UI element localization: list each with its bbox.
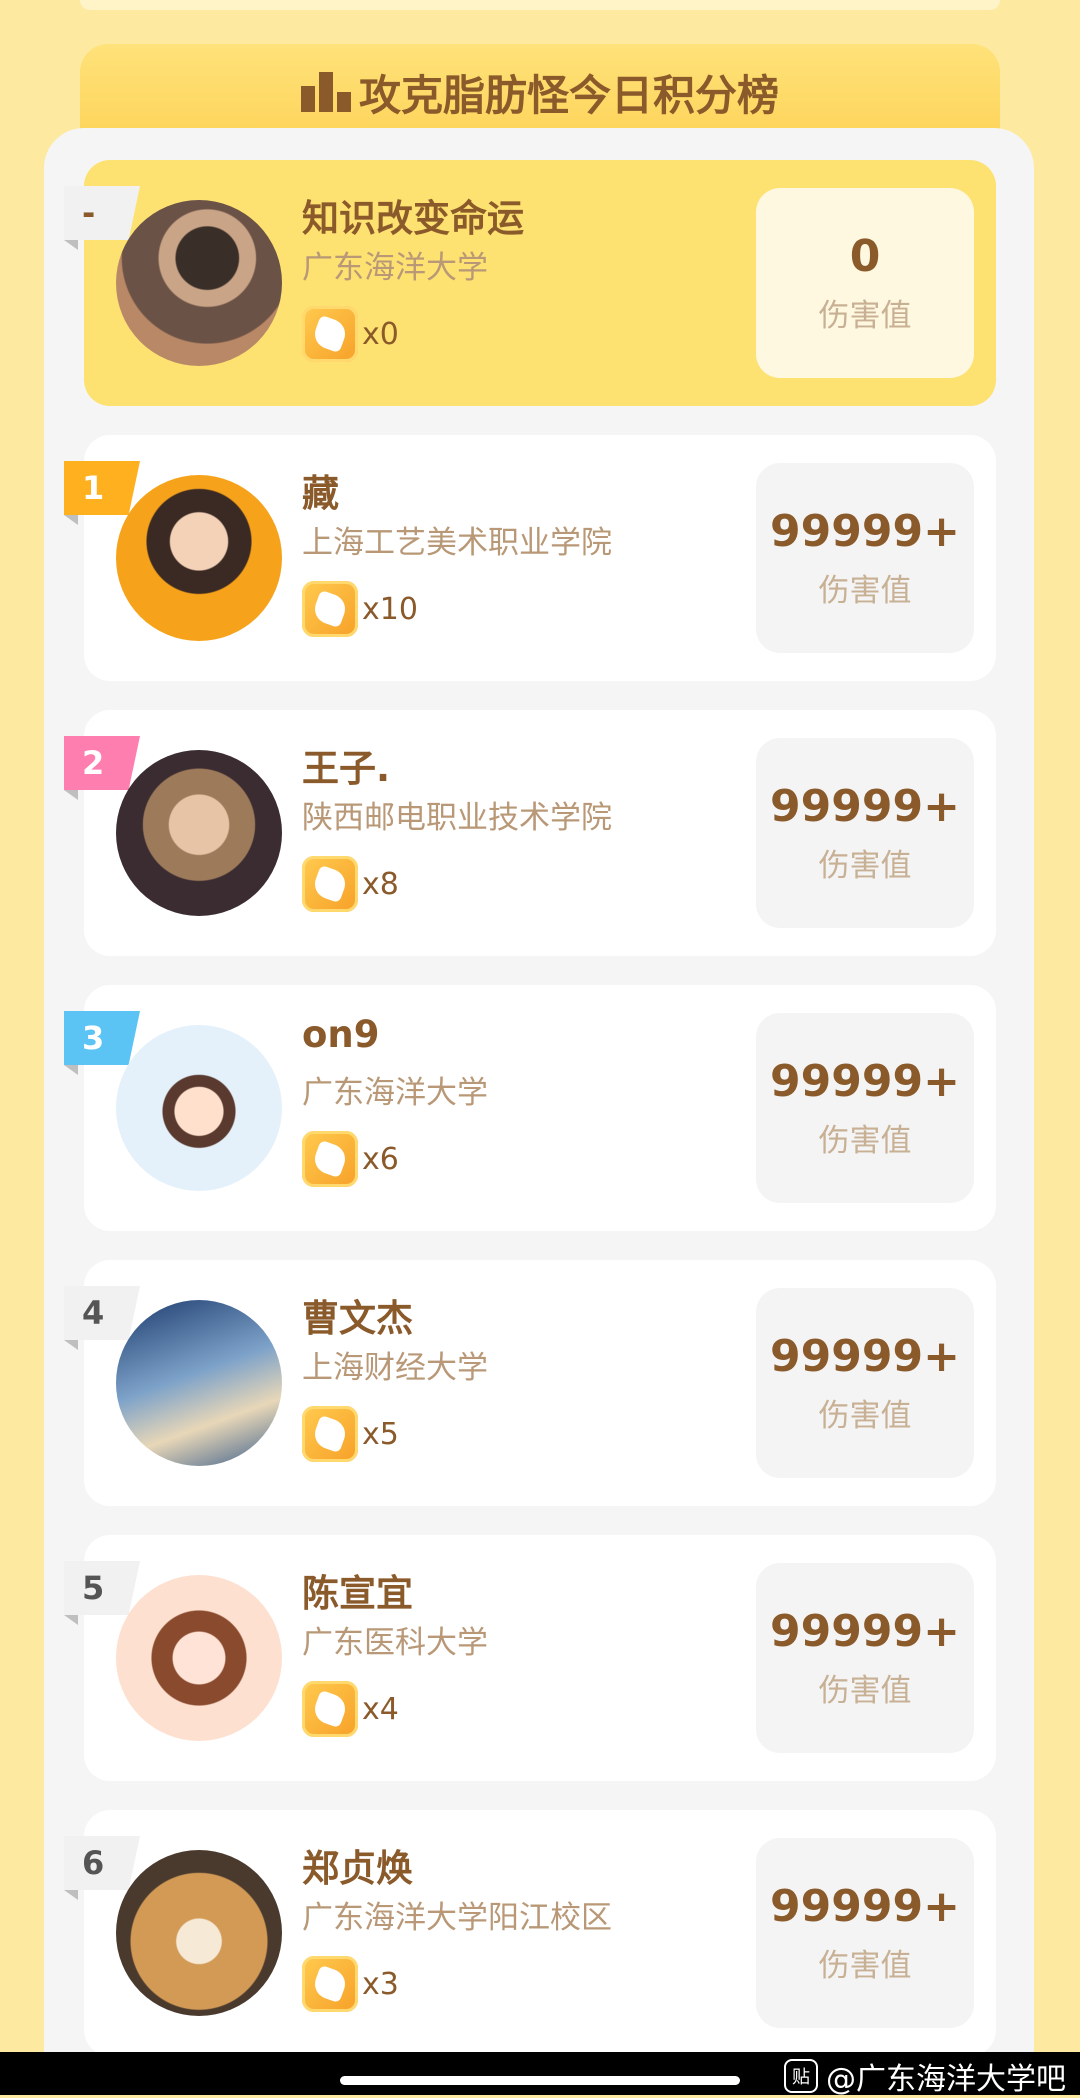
puzzle-icon — [302, 1681, 358, 1737]
user-school: 上海财经大学 — [302, 1350, 488, 1386]
score-label: 伤害值 — [818, 297, 912, 334]
watermark-text: @广东海洋大学吧 — [826, 2062, 1066, 2097]
score-label: 伤害值 — [818, 1672, 912, 1709]
avatar[interactable] — [116, 1300, 282, 1466]
score-box: 99999+ 伤害值 — [756, 463, 974, 653]
tieba-logo-icon: 贴 — [784, 2059, 818, 2093]
user-name: 曹文杰 — [302, 1297, 413, 1340]
user-name: 王子. — [302, 747, 391, 790]
score-box: 0 伤害值 — [756, 188, 974, 378]
user-name: on9 — [302, 1013, 380, 1056]
user-school: 广东海洋大学阳江校区 — [302, 1900, 612, 1936]
badge-count: x10 — [362, 591, 418, 627]
rank-flag-fold — [64, 790, 78, 800]
score-value: 99999+ — [770, 1331, 960, 1383]
puzzle-icon — [302, 306, 358, 362]
badge-count: x8 — [362, 866, 399, 902]
avatar[interactable] — [116, 200, 282, 366]
rank-flag-fold — [64, 240, 78, 250]
puzzle-badge: x10 — [302, 581, 418, 637]
avatar[interactable] — [116, 1025, 282, 1191]
my-rank-row[interactable]: - 知识改变命运 广东海洋大学 x0 0 伤害值 — [64, 160, 996, 406]
rank-row[interactable]: 5 陈宣宜 广东医科大学 x4 99999+ 伤害值 — [64, 1535, 996, 1781]
score-label: 伤害值 — [818, 1122, 912, 1159]
puzzle-badge: x8 — [302, 856, 399, 912]
score-label: 伤害值 — [818, 572, 912, 609]
score-label: 伤害值 — [818, 1947, 912, 1984]
score-label: 伤害值 — [818, 1397, 912, 1434]
badge-count: x5 — [362, 1416, 399, 1452]
puzzle-icon — [302, 1406, 358, 1462]
avatar[interactable] — [116, 750, 282, 916]
bar-chart-icon — [300, 72, 351, 112]
rank-flag: 3 — [64, 1011, 140, 1065]
rank-flag-fold — [64, 1890, 78, 1900]
rank-row[interactable]: 6 郑贞焕 广东海洋大学阳江校区 x3 99999+ 伤害值 — [64, 1810, 996, 2056]
puzzle-badge: x6 — [302, 1131, 399, 1187]
score-value: 99999+ — [770, 1056, 960, 1108]
rank-row[interactable]: 4 曹文杰 上海财经大学 x5 99999+ 伤害值 — [64, 1260, 996, 1506]
puzzle-icon — [302, 856, 358, 912]
user-school: 广东海洋大学 — [302, 1075, 488, 1111]
puzzle-badge: x0 — [302, 306, 399, 362]
rank-flag: 5 — [64, 1561, 140, 1615]
rank-flag: - — [64, 186, 140, 240]
badge-count: x4 — [362, 1691, 399, 1727]
rank-flag-fold — [64, 1615, 78, 1625]
rank-flag: 1 — [64, 461, 140, 515]
leaderboard-header: 攻克脂肪怪今日积分榜 — [80, 44, 1000, 140]
avatar[interactable] — [116, 475, 282, 641]
badge-count: x0 — [362, 316, 399, 352]
score-box: 99999+ 伤害值 — [756, 1013, 974, 1203]
score-value: 99999+ — [770, 781, 960, 833]
score-value: 99999+ — [770, 1881, 960, 1933]
rank-row[interactable]: 3 on9 广东海洋大学 x6 99999+ 伤害值 — [64, 985, 996, 1231]
score-value: 99999+ — [770, 506, 960, 558]
rank-flag-fold — [64, 1065, 78, 1075]
user-school: 广东医科大学 — [302, 1625, 488, 1661]
rank-flag: 4 — [64, 1286, 140, 1340]
score-box: 99999+ 伤害值 — [756, 1288, 974, 1478]
badge-count: x6 — [362, 1141, 399, 1177]
user-name: 郑贞焕 — [302, 1847, 413, 1890]
user-name: 知识改变命运 — [302, 197, 524, 240]
rank-row[interactable]: 1 藏 上海工艺美术职业学院 x10 99999+ 伤害值 — [64, 435, 996, 681]
puzzle-badge: x3 — [302, 1956, 399, 2012]
puzzle-icon — [302, 581, 358, 637]
top-strip — [80, 0, 1000, 10]
puzzle-badge: x5 — [302, 1406, 399, 1462]
rank-flag-fold — [64, 515, 78, 525]
user-school: 陕西邮电职业技术学院 — [302, 800, 612, 836]
page-title: 攻克脂肪怪今日积分榜 — [358, 70, 779, 120]
user-name: 陈宣宜 — [302, 1572, 413, 1615]
avatar[interactable] — [116, 1575, 282, 1741]
puzzle-badge: x4 — [302, 1681, 399, 1737]
rank-row[interactable]: 2 王子. 陕西邮电职业技术学院 x8 99999+ 伤害值 — [64, 710, 996, 956]
home-indicator[interactable] — [340, 2076, 740, 2085]
user-school: 广东海洋大学 — [302, 250, 488, 286]
user-name: 藏 — [302, 472, 339, 515]
rank-flag: 6 — [64, 1836, 140, 1890]
score-value: 0 — [849, 231, 881, 283]
score-box: 99999+ 伤害值 — [756, 738, 974, 928]
score-value: 99999+ — [770, 1606, 960, 1658]
watermark: 贴 @广东海洋大学吧 — [784, 2054, 1066, 2098]
score-box: 99999+ 伤害值 — [756, 1563, 974, 1753]
badge-count: x3 — [362, 1966, 399, 2002]
rank-flag: 2 — [64, 736, 140, 790]
avatar[interactable] — [116, 1850, 282, 2016]
puzzle-icon — [302, 1131, 358, 1187]
puzzle-icon — [302, 1956, 358, 2012]
rank-flag-fold — [64, 1340, 78, 1350]
score-label: 伤害值 — [818, 847, 912, 884]
user-school: 上海工艺美术职业学院 — [302, 525, 612, 561]
score-box: 99999+ 伤害值 — [756, 1838, 974, 2028]
